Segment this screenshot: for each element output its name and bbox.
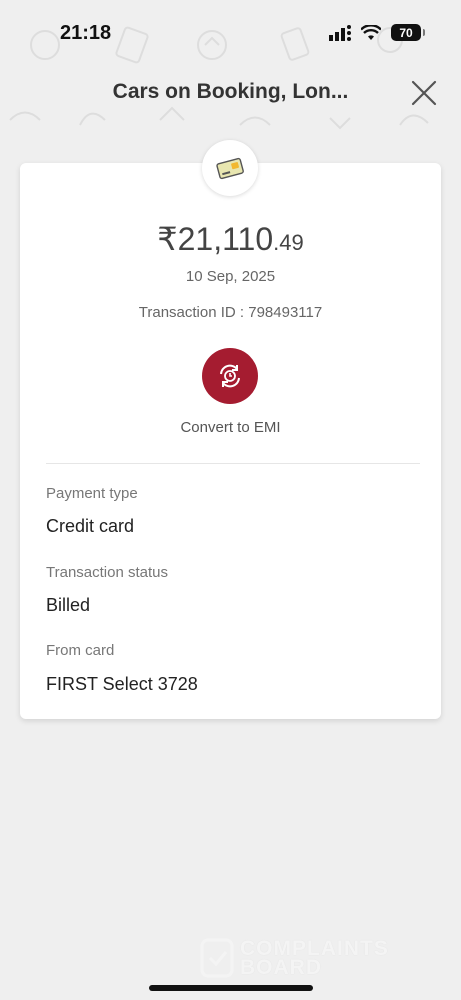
status-time: 21:18 xyxy=(60,22,112,44)
watermark: COMPLAINTS BOARD xyxy=(200,935,415,980)
status-bar: 21:18 70 xyxy=(0,0,461,70)
credit-card-icon-badge xyxy=(202,140,258,196)
transaction-date: 10 Sep, 2025 xyxy=(185,268,276,285)
amount-fraction: .49 xyxy=(273,230,304,255)
from-card-value: FIRST Select 3728 xyxy=(46,674,198,694)
transaction-id: Transaction ID : 798493117 xyxy=(138,304,323,321)
from-card-label: From card xyxy=(46,642,115,659)
status-icons: 70 xyxy=(329,24,425,41)
transaction-detail-screen: 21:18 70 Cars on Booking, Lon... ₹21,110… xyxy=(0,0,461,1000)
header: Cars on Booking, Lon... xyxy=(0,70,461,118)
battery-icon: 70 xyxy=(391,24,425,41)
close-icon[interactable] xyxy=(409,78,439,108)
credit-card-icon xyxy=(216,157,244,180)
watermark-line2: BOARD xyxy=(240,955,322,979)
battery-level: 70 xyxy=(399,25,413,40)
convert-emi-button[interactable] xyxy=(202,348,258,404)
watermark-logo-icon xyxy=(200,938,234,977)
watermark-line1: COMPLAINTS xyxy=(240,936,389,960)
amount-main: ₹21,110 xyxy=(157,221,274,257)
transaction-amount: ₹21,110.49 xyxy=(20,220,441,258)
divider xyxy=(46,463,420,464)
payment-type-value: Credit card xyxy=(46,516,135,536)
signal-icon xyxy=(329,24,351,41)
transaction-status-value: Billed xyxy=(46,595,91,615)
convert-emi-icon xyxy=(220,364,240,388)
transaction-status-label: Transaction status xyxy=(46,564,168,581)
watermark-text: COMPLAINTS BOARD xyxy=(240,936,389,979)
home-indicator[interactable] xyxy=(149,985,313,991)
payment-type-label: Payment type xyxy=(46,485,138,502)
page-title: Cars on Booking, Lon... xyxy=(112,80,349,103)
convert-emi-label[interactable]: Convert to EMI xyxy=(20,419,441,436)
wifi-icon xyxy=(361,24,381,40)
